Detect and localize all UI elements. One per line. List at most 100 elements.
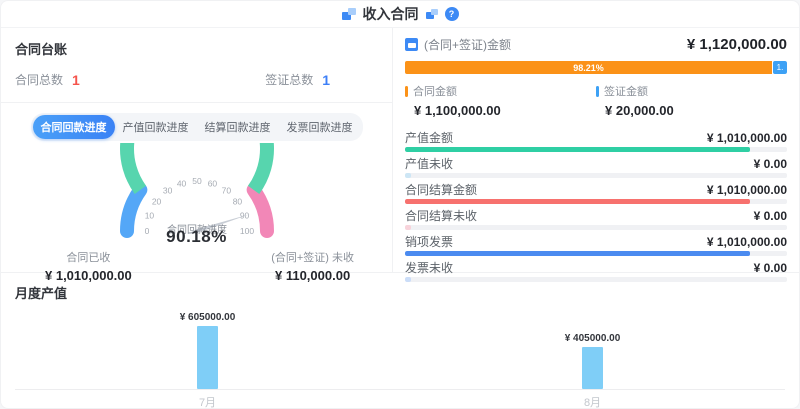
main-area: 合同台账 合同总数 1 签证总数 1 合同回款进度产值回款进度结算回款进度发票回… xyxy=(1,28,799,273)
amount-rows: 产值金额 ¥ 1,010,000.00 产值未收 ¥ 0.00 合同结算金额 ¥ 1,01… xyxy=(405,130,787,282)
svg-text:90: 90 xyxy=(239,211,249,221)
x-axis-label: 8月 xyxy=(400,390,785,409)
amount-row-track xyxy=(405,147,787,152)
tab-3[interactable]: 结算回款进度 xyxy=(197,115,279,139)
svg-text:10: 10 xyxy=(144,211,154,221)
svg-text:20: 20 xyxy=(151,197,161,207)
contract-legend-mark xyxy=(405,86,408,97)
bar-value-label: ¥ 405000.00 xyxy=(565,333,621,344)
visa-legend-mark xyxy=(596,86,599,97)
visa-total-value: 1 xyxy=(322,72,330,88)
svg-text:50: 50 xyxy=(192,176,202,186)
amount-row-track xyxy=(405,173,787,178)
svg-text:0: 0 xyxy=(144,226,149,236)
panel-card-icon xyxy=(405,38,418,51)
contract-total-value: 1 xyxy=(72,72,80,88)
total-amount-row: (合同+签证)金额 ¥ 1,120,000.00 xyxy=(405,36,787,53)
unreceived-label: (合同+签证) 未收 xyxy=(271,249,354,265)
amount-row-fill xyxy=(405,277,411,282)
visa-legend-value: ¥ 20,000.00 xyxy=(605,103,787,118)
amount-row-track xyxy=(405,199,787,204)
amount-row: 产值金额 ¥ 1,010,000.00 xyxy=(405,130,787,152)
amount-row-value: ¥ 1,010,000.00 xyxy=(707,131,787,145)
bar-columns: ¥ 605000.00 ¥ 405000.00 xyxy=(15,304,785,390)
contract-total-label: 合同总数 xyxy=(15,71,63,88)
bar-value-label: ¥ 605000.00 xyxy=(180,312,236,323)
left-column: 合同台账 合同总数 1 签证总数 1 合同回款进度产值回款进度结算回款进度发票回… xyxy=(1,28,393,272)
ledger-counts: 合同总数 1 签证总数 1 xyxy=(15,71,378,88)
tab-4[interactable]: 发票回款进度 xyxy=(279,115,361,139)
legend-visa: 签证金额 ¥ 20,000.00 xyxy=(596,83,787,118)
tab-1[interactable]: 合同回款进度 xyxy=(33,115,115,139)
window-squares-icon-left[interactable] xyxy=(342,8,356,20)
ledger-title: 合同台账 xyxy=(15,39,378,58)
total-amount-label: (合同+签证)金额 xyxy=(424,36,511,53)
amount-row: 销项发票 ¥ 1,010,000.00 xyxy=(405,234,787,256)
contract-received-label: 合同已收 xyxy=(45,249,132,265)
legend-contract: 合同金额 ¥ 1,100,000.00 xyxy=(405,83,596,118)
bar[interactable] xyxy=(582,347,603,389)
svg-text:30: 30 xyxy=(162,186,172,196)
amount-row-label: 发票未收 xyxy=(405,259,453,276)
amount-row-track xyxy=(405,225,787,230)
amount-row: 发票未收 ¥ 0.00 xyxy=(405,260,787,282)
contract-total: 合同总数 1 xyxy=(15,71,80,88)
header: 收入合同 ? xyxy=(1,1,799,28)
tab-2[interactable]: 产值回款进度 xyxy=(115,115,197,139)
amount-row-value: ¥ 1,010,000.00 xyxy=(707,235,787,249)
help-icon[interactable]: ? xyxy=(445,7,459,21)
svg-text:80: 80 xyxy=(232,197,242,207)
total-amount-value: ¥ 1,120,000.00 xyxy=(687,36,787,53)
monthly-output-panel: 月度产值 ¥ 605000.00 ¥ 405000.00 7月8月 xyxy=(1,273,799,409)
visa-legend-label: 签证金额 xyxy=(604,83,648,99)
bar-column: ¥ 605000.00 xyxy=(15,312,400,389)
monthly-bar-chart: ¥ 605000.00 ¥ 405000.00 7月8月 xyxy=(15,304,785,409)
visa-total: 签证总数 1 xyxy=(265,71,330,88)
amount-row-track xyxy=(405,277,787,282)
contract-ledger-panel: 合同台账 合同总数 1 签证总数 1 xyxy=(1,28,392,103)
unreceived-value: ¥ 110,000.00 xyxy=(271,268,354,283)
amount-row-fill xyxy=(405,251,750,256)
amount-row-value: ¥ 0.00 xyxy=(754,157,787,171)
unreceived: (合同+签证) 未收 ¥ 110,000.00 xyxy=(271,249,354,283)
amount-row-track xyxy=(405,251,787,256)
amount-row-label: 销项发票 xyxy=(405,233,453,250)
amount-row: 合同结算金额 ¥ 1,010,000.00 xyxy=(405,182,787,204)
amount-row-label: 合同结算未收 xyxy=(405,207,477,224)
svg-text:70: 70 xyxy=(221,186,231,196)
payment-progress-panel: 合同回款进度产值回款进度结算回款进度发票回款进度 010203040506070… xyxy=(1,103,392,283)
amount-row-fill xyxy=(405,225,411,230)
income-contract-dashboard: 收入合同 ? 合同台账 合同总数 1 签证总数 1 合同回款 xyxy=(0,0,800,409)
amount-row-fill xyxy=(405,147,750,152)
contract-legend-value: ¥ 1,100,000.00 xyxy=(414,103,596,118)
amount-row: 产值未收 ¥ 0.00 xyxy=(405,156,787,178)
svg-text:60: 60 xyxy=(207,178,217,188)
window-squares-icon-right[interactable] xyxy=(426,9,438,19)
amount-row: 合同结算未收 ¥ 0.00 xyxy=(405,208,787,230)
bar-column: ¥ 405000.00 xyxy=(400,333,785,389)
amount-row-value: ¥ 0.00 xyxy=(754,209,787,223)
amounts-panel: (合同+签证)金额 ¥ 1,120,000.00 98.21% 1. 合同金额 … xyxy=(393,28,799,272)
svg-text:100: 100 xyxy=(239,226,253,236)
amount-row-label: 合同结算金额 xyxy=(405,181,477,198)
gauge-value: 90.18% xyxy=(1,227,392,247)
contract-visa-stacked-bar: 98.21% 1. xyxy=(405,61,787,74)
amount-row-fill xyxy=(405,173,411,178)
contract-bar-segment[interactable]: 98.21% xyxy=(405,61,772,74)
stacked-bar-legend: 合同金额 ¥ 1,100,000.00 签证金额 ¥ 20,000.00 xyxy=(405,83,787,118)
x-axis-label: 7月 xyxy=(15,390,400,409)
bar-xlabels: 7月8月 xyxy=(15,390,785,409)
page-title: 收入合同 xyxy=(363,4,419,24)
amount-row-value: ¥ 1,010,000.00 xyxy=(707,183,787,197)
progress-tabs: 合同回款进度产值回款进度结算回款进度发票回款进度 xyxy=(31,113,363,141)
contract-received: 合同已收 ¥ 1,010,000.00 xyxy=(45,249,132,283)
monthly-output-title: 月度产值 xyxy=(15,283,785,302)
amount-row-value: ¥ 0.00 xyxy=(754,261,787,275)
svg-text:40: 40 xyxy=(176,178,186,188)
contract-received-value: ¥ 1,010,000.00 xyxy=(45,268,132,283)
bar[interactable] xyxy=(197,326,218,389)
amount-row-label: 产值金额 xyxy=(405,129,453,146)
amount-row-fill xyxy=(405,199,750,204)
amount-row-label: 产值未收 xyxy=(405,155,453,172)
visa-bar-segment[interactable]: 1. xyxy=(773,61,787,74)
